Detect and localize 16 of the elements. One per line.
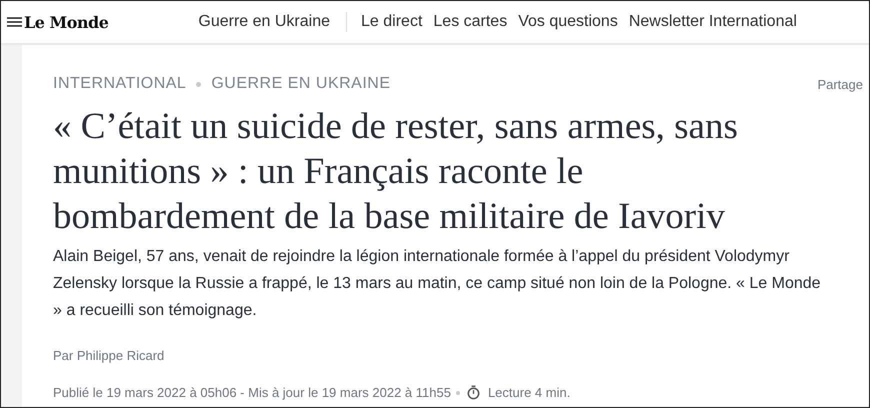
logo[interactable]: Le Monde (24, 12, 108, 32)
stopwatch-icon (466, 385, 480, 400)
publication-dates: Publié le 19 mars 2022 à 05h06 - Mis à jour le 19 mars 2022 à 11h55 (53, 385, 451, 400)
article-title: « C’était un suicide de rester, sans armes, sans munitions » : un Français raconte le bombardement de la base militaire de Iavoriv (53, 105, 739, 239)
byline: Par Philippe Ricard (53, 348, 166, 363)
nav-link[interactable]: Les cartes (433, 13, 508, 31)
breadcrumb-link[interactable]: INTERNATIONAL (53, 75, 186, 93)
nav-link[interactable]: Newsletter International (628, 13, 797, 31)
article-summary: Alain Beigel, 57 ans, venait de rejoindre la légion internationale formée à l’appel du président Volodymyr Zelensky lorsque la Russie a frappé, le 13 mars au matin, ce camp situé non loin de la Pologne. « Le Monde » a recueilli son témoignage. (53, 247, 822, 321)
nav-link[interactable]: Guerre en Ukraine (198, 13, 330, 31)
nav-link[interactable]: Vos questions (518, 13, 618, 31)
reading-time: Lecture 4 min. (488, 385, 570, 400)
nav-link[interactable]: Le direct (361, 13, 422, 31)
menu-icon[interactable] (7, 16, 22, 28)
breadcrumb-link[interactable]: GUERRE EN UKRAINE (211, 75, 391, 93)
share-link[interactable]: Partage (817, 76, 863, 92)
